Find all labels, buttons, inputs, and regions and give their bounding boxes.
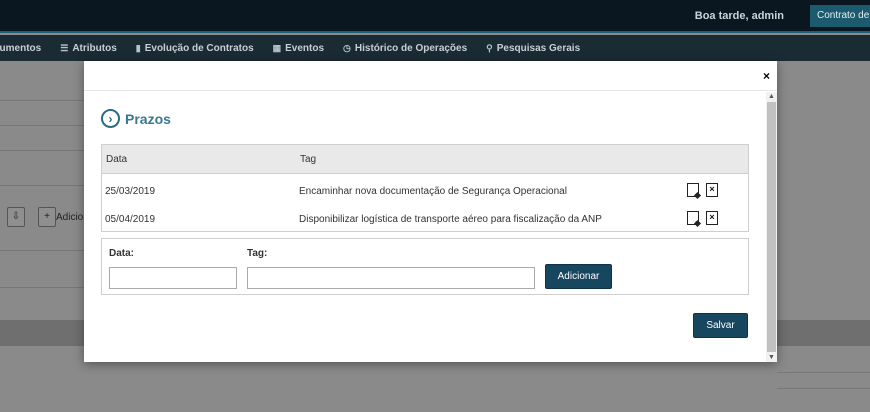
section-title: Prazos — [125, 110, 171, 127]
chevron-right-circle-icon: › — [101, 109, 120, 128]
nav-item-eventos[interactable]: ▦ Eventos — [273, 43, 324, 54]
row-date: 25/03/2019 — [105, 186, 156, 197]
scroll-down-arrow-icon[interactable]: ▼ — [768, 354, 775, 361]
prazos-modal: × ▲ ▼ › Prazos Data Tag 25/03/2019 Encam… — [84, 61, 777, 362]
edit-icon[interactable] — [687, 183, 699, 197]
delete-icon[interactable]: × — [706, 183, 718, 197]
table-row: 25/03/2019 Encaminhar nova documentação … — [102, 182, 748, 202]
prazos-table: Data Tag 25/03/2019 Encaminhar nova docu… — [101, 144, 749, 232]
date-input[interactable] — [109, 267, 237, 289]
row-tag: Disponibilizar logística de transporte a… — [299, 214, 602, 225]
bar-chart-icon: ▮ — [135, 42, 141, 53]
modal-scrollbar[interactable]: ▲ ▼ — [766, 92, 777, 362]
bg-divider — [777, 372, 870, 373]
bg-divider — [777, 388, 870, 389]
bg-add-label: Adicior — [56, 212, 87, 223]
greeting-text: Boa tarde, admin — [694, 10, 784, 22]
modal-header: × — [84, 61, 777, 91]
nav-item-pesquisas[interactable]: ⚲ Pesquisas Gerais — [486, 43, 580, 54]
nav-item-documentos[interactable]: cumentos — [0, 43, 41, 54]
calendar-icon: ▦ — [272, 42, 282, 53]
nav-item-label: Histórico de Operações — [354, 42, 468, 54]
bg-divider — [0, 150, 84, 151]
save-button[interactable]: Salvar — [693, 313, 748, 338]
history-icon: ◷ — [343, 42, 351, 53]
main-nav: cumentos ☰ Atributos ▮ Evolução de Contr… — [0, 35, 870, 61]
bg-divider — [0, 100, 84, 101]
nav-item-label: Eventos — [285, 42, 325, 54]
date-label: Data: — [109, 248, 135, 259]
nav-item-evolucao[interactable]: ▮ Evolução de Contratos — [136, 43, 254, 54]
search-icon: ⚲ — [486, 42, 493, 53]
tag-input[interactable] — [247, 267, 535, 289]
column-header-tag: Tag — [300, 154, 317, 165]
bg-divider — [0, 250, 84, 251]
nav-item-label: Evolução de Contratos — [144, 42, 254, 54]
download-icon[interactable]: ⇩ — [7, 207, 25, 227]
nav-item-label: Pesquisas Gerais — [496, 42, 581, 54]
section-header: › Prazos — [101, 109, 171, 128]
row-date: 05/04/2019 — [105, 214, 156, 225]
edit-icon[interactable] — [687, 211, 699, 225]
app-topbar: Boa tarde, admin Contrato de E — [0, 0, 870, 33]
add-prazo-form: Data: Tag: Adicionar — [101, 238, 749, 295]
nav-item-label: cumentos — [0, 42, 42, 54]
bg-divider — [0, 125, 84, 126]
table-header: Data Tag — [102, 145, 748, 174]
row-tag: Encaminhar nova documentação de Seguranç… — [299, 186, 567, 197]
nav-item-label: Atributos — [72, 42, 117, 54]
add-file-icon[interactable]: + — [38, 207, 56, 227]
row-actions: × — [687, 183, 718, 197]
bg-divider — [0, 185, 84, 186]
add-button[interactable]: Adicionar — [545, 264, 612, 289]
column-header-data: Data — [106, 154, 128, 165]
list-icon: ☰ — [60, 42, 69, 53]
scroll-thumb[interactable] — [767, 102, 776, 352]
close-button[interactable]: × — [763, 69, 770, 83]
delete-icon[interactable]: × — [706, 211, 718, 225]
row-actions: × — [687, 211, 718, 225]
tag-label: Tag: — [247, 248, 268, 259]
table-row: 05/04/2019 Disponibilizar logística de t… — [102, 210, 748, 230]
contract-button[interactable]: Contrato de E — [810, 5, 870, 27]
nav-item-historico[interactable]: ◷ Histórico de Operações — [343, 43, 467, 54]
scroll-up-arrow-icon[interactable]: ▲ — [768, 93, 775, 100]
nav-item-atributos[interactable]: ☰ Atributos — [60, 43, 117, 54]
bg-divider — [0, 287, 84, 288]
